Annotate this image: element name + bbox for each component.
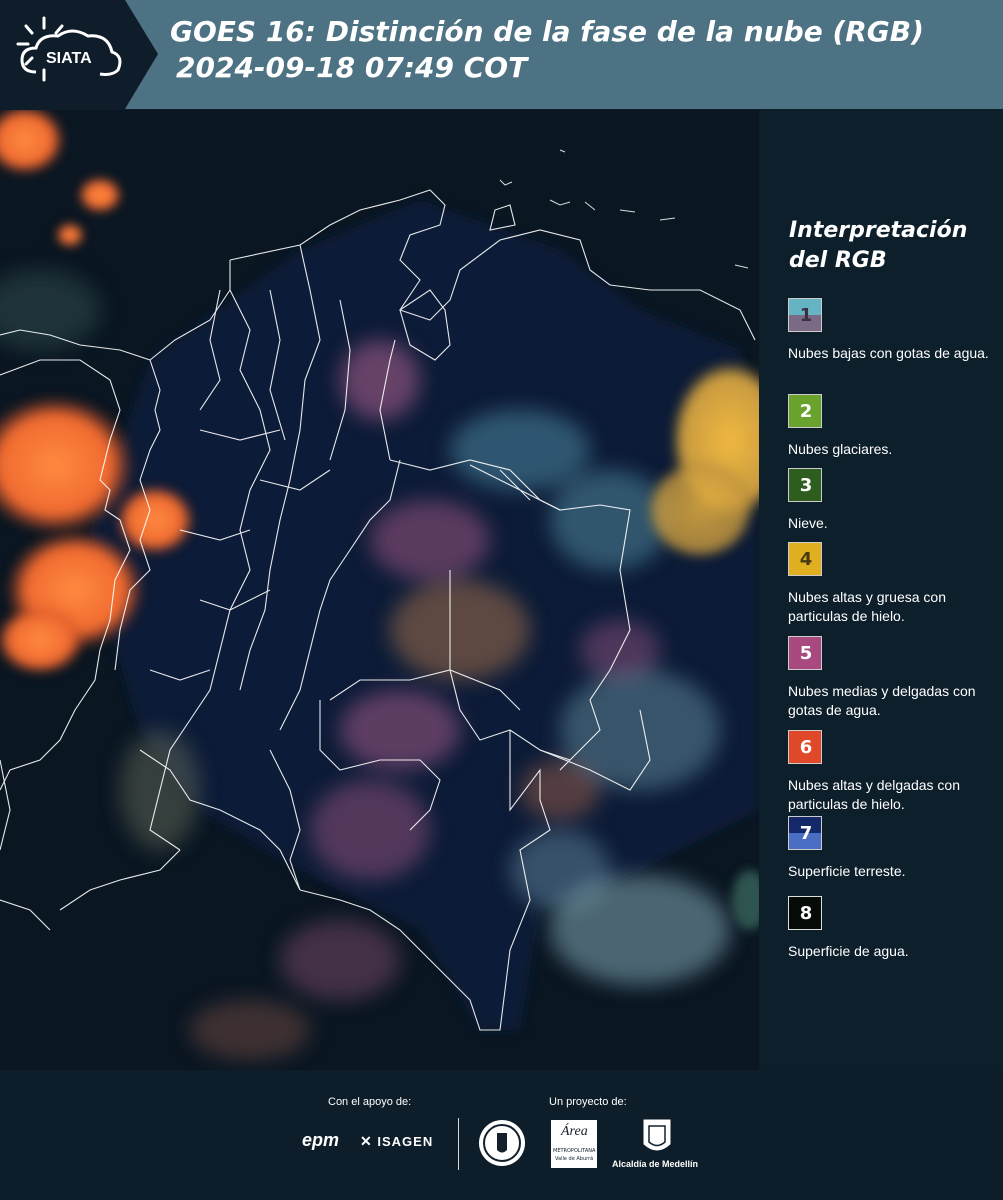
alcaldia-logo: Alcaldía de Medellín <box>612 1159 699 1169</box>
project-label: Un proyecto de: <box>549 1096 627 1108</box>
legend-item: 3 Nieve. <box>788 468 998 533</box>
legend-label: Nubes altas y gruesa con particulas de h… <box>788 589 946 624</box>
area-metropolitana-logo: Área METROPOLITANA Valle de Aburrá <box>551 1120 597 1168</box>
support-label: Con el apoyo de: <box>328 1096 412 1108</box>
legend-title: Interpretación del RGB <box>789 218 968 273</box>
siata-logo: SIATA <box>0 0 158 109</box>
legend-number: 3 <box>799 475 813 496</box>
legend-label: Nubes medias y delgadas con gotas de agu… <box>788 683 976 718</box>
legend-swatch: 3 <box>788 468 822 502</box>
legend-item: 5 Nubes medias y delgadas con gotas de ag… <box>788 636 998 720</box>
legend-number: 2 <box>799 401 813 422</box>
legend-item: 7 Superficie terreste. <box>788 816 998 881</box>
footer-divider <box>458 1118 459 1170</box>
epm-logo: epm <box>302 1130 340 1150</box>
legend-swatch: 6 <box>788 730 822 764</box>
title-line-1: GOES 16: Distinción de la fase de la nub… <box>170 15 924 48</box>
legend-swatch: 2 <box>788 394 822 428</box>
isagen-text: ISAGEN <box>377 1134 434 1149</box>
legend-item: 2 Nubes glaciares. <box>788 394 998 459</box>
legend-number: 1 <box>799 305 813 326</box>
area-logo-sub2: Valle de Aburrá <box>555 1156 594 1162</box>
legend-item: 8 Superficie de agua. <box>788 896 998 961</box>
legend-label: Nubes altas y delgadas con particulas de… <box>788 777 960 812</box>
legend-number: 6 <box>799 737 813 758</box>
legend-number: 8 <box>799 903 813 924</box>
legend-swatch: 5 <box>788 636 822 670</box>
legend-number: 5 <box>799 643 813 664</box>
page-title: GOES 16: Distinción de la fase de la nub… <box>170 14 924 86</box>
legend-panel: Interpretación del RGB 1 Nubes bajas con … <box>760 110 1003 1070</box>
isagen-icon: ✕ <box>360 1133 373 1149</box>
footer: Con el apoyo de: Un proyecto de: epm ✕ I… <box>0 1070 1003 1200</box>
legend-swatch: 8 <box>788 896 822 930</box>
legend-swatch: 7 <box>788 816 822 850</box>
coat-of-arms-icon <box>643 1119 671 1151</box>
satellite-map <box>0 110 759 1070</box>
legend-label: Nubes glaciares. <box>788 441 893 457</box>
seal-icon <box>479 1120 525 1166</box>
legend-item: 4 Nubes altas y gruesa con particulas de … <box>788 542 998 626</box>
area-logo-main: Área <box>561 1124 588 1139</box>
header-bar: SIATA GOES 16: Distinción de la fase de … <box>0 0 1003 109</box>
legend-number: 4 <box>799 549 813 570</box>
legend-swatch: 1 <box>788 298 822 332</box>
legend-item: 1 Nubes bajas con gotas de agua. <box>788 298 998 363</box>
legend-label: Nieve. <box>788 515 828 531</box>
legend-number: 7 <box>799 823 813 844</box>
legend-label: Nubes bajas con gotas de agua. <box>788 345 989 361</box>
legend-swatch: 4 <box>788 542 822 576</box>
isagen-logo: ✕ ISAGEN <box>360 1133 433 1150</box>
legend-label: Superficie terreste. <box>788 863 906 879</box>
area-logo-sub1: METROPOLITANA <box>553 1148 596 1154</box>
legend-item: 6 Nubes altas y delgadas con particulas d… <box>788 730 998 814</box>
title-line-2: 2024-09-18 07:49 COT <box>176 51 528 84</box>
legend-label: Superficie de agua. <box>788 943 909 959</box>
svg-text:SIATA: SIATA <box>46 50 92 67</box>
